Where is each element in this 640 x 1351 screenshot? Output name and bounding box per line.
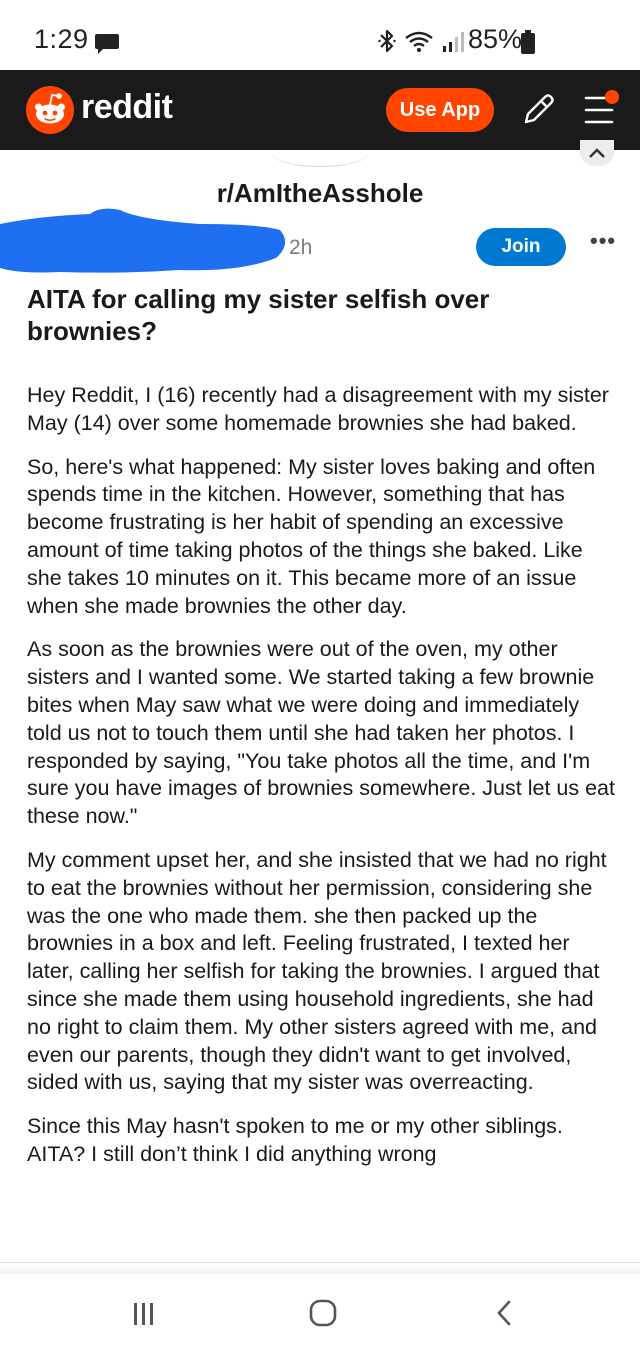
more-options-icon[interactable]: ••• — [590, 228, 616, 254]
menu-icon[interactable] — [582, 88, 622, 137]
back-icon[interactable] — [494, 1299, 514, 1332]
body-paragraph: As soon as the brownies were out of the … — [27, 637, 615, 829]
battery-icon — [521, 30, 535, 59]
recents-icon[interactable] — [131, 1301, 157, 1332]
body-paragraph: Since this May hasn't spoken to me or my… — [27, 1114, 563, 1166]
status-icons — [378, 28, 466, 59]
screen: 1:29 85% reddit Use App r/AmItheAsshole … — [0, 0, 640, 1351]
redacted-username — [0, 200, 290, 285]
post-age: 2h — [289, 236, 313, 259]
status-bar: 1:29 85% — [0, 0, 640, 70]
chevron-up-icon[interactable] — [580, 140, 614, 166]
app-header: reddit Use App — [0, 70, 640, 150]
body-paragraph: Hey Reddit, I (16) recently had a disagr… — [27, 383, 609, 435]
pencil-icon[interactable] — [520, 92, 554, 133]
system-nav-bar — [0, 1274, 640, 1351]
post-body: Hey Reddit, I (16) recently had a disagr… — [27, 382, 617, 1185]
body-paragraph: So, here's what happened: My sister love… — [27, 454, 596, 618]
home-icon[interactable] — [309, 1299, 337, 1332]
join-button[interactable]: Join — [476, 228, 566, 266]
battery-percent: 85% — [468, 24, 523, 54]
brand-wordmark[interactable]: reddit — [81, 88, 173, 127]
status-time: 1:29 — [34, 24, 89, 54]
message-icon — [94, 32, 120, 61]
subreddit-banner-edge — [272, 140, 368, 167]
notification-dot-icon — [605, 90, 619, 104]
signal-icon — [442, 29, 466, 58]
use-app-button[interactable]: Use App — [386, 88, 494, 132]
wifi-icon — [404, 29, 434, 58]
body-paragraph: My comment upset her, and she insisted t… — [27, 847, 607, 1095]
bluetooth-icon — [378, 28, 396, 59]
post-title[interactable]: AITA for calling my sister selfish over … — [27, 283, 587, 347]
reddit-logo-icon[interactable] — [26, 86, 74, 139]
